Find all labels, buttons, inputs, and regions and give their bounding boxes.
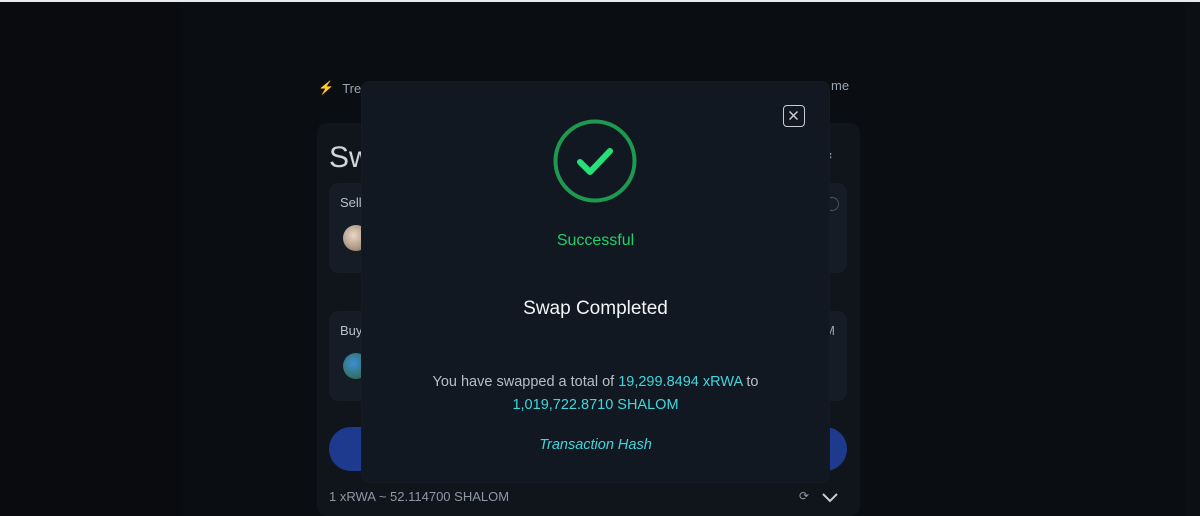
sell-label: Sell [340, 195, 362, 210]
trending-label: Tre [342, 80, 362, 96]
summary-connector: to [746, 374, 759, 390]
browser-top-strip [0, 0, 1200, 2]
trending-item-label: me [831, 78, 850, 93]
amount-in: 19,299.8494 xRWA [618, 374, 743, 390]
transaction-hash-link[interactable]: Transaction Hash [362, 437, 829, 453]
buy-label: Buy [340, 323, 363, 338]
close-icon [789, 111, 798, 120]
left-backdrop [0, 2, 180, 516]
right-backdrop [1185, 2, 1200, 516]
summary-prefix: You have swapped a total of [432, 374, 615, 390]
swap-success-modal: Successful Swap Completed You have swapp… [362, 82, 829, 482]
close-button[interactable] [783, 105, 805, 127]
refresh-icon[interactable]: ⟳ [799, 489, 809, 503]
exchange-rate: 1 xRWA ~ 52.114700 SHALOM [329, 489, 510, 504]
swap-summary: You have swapped a total of 19,299.8494 … [402, 371, 789, 417]
status-text: Successful [556, 232, 635, 249]
modal-title: Swap Completed [523, 298, 668, 319]
lightning-icon: ⚡ [318, 80, 335, 95]
chevron-down-icon[interactable] [819, 488, 841, 506]
amount-out: 1,019,722.8710 SHALOM [512, 397, 679, 413]
rate-row: 1 xRWA ~ 52.114700 SHALOM ⟳ [329, 489, 847, 507]
checkmark-circle-icon [553, 119, 637, 203]
